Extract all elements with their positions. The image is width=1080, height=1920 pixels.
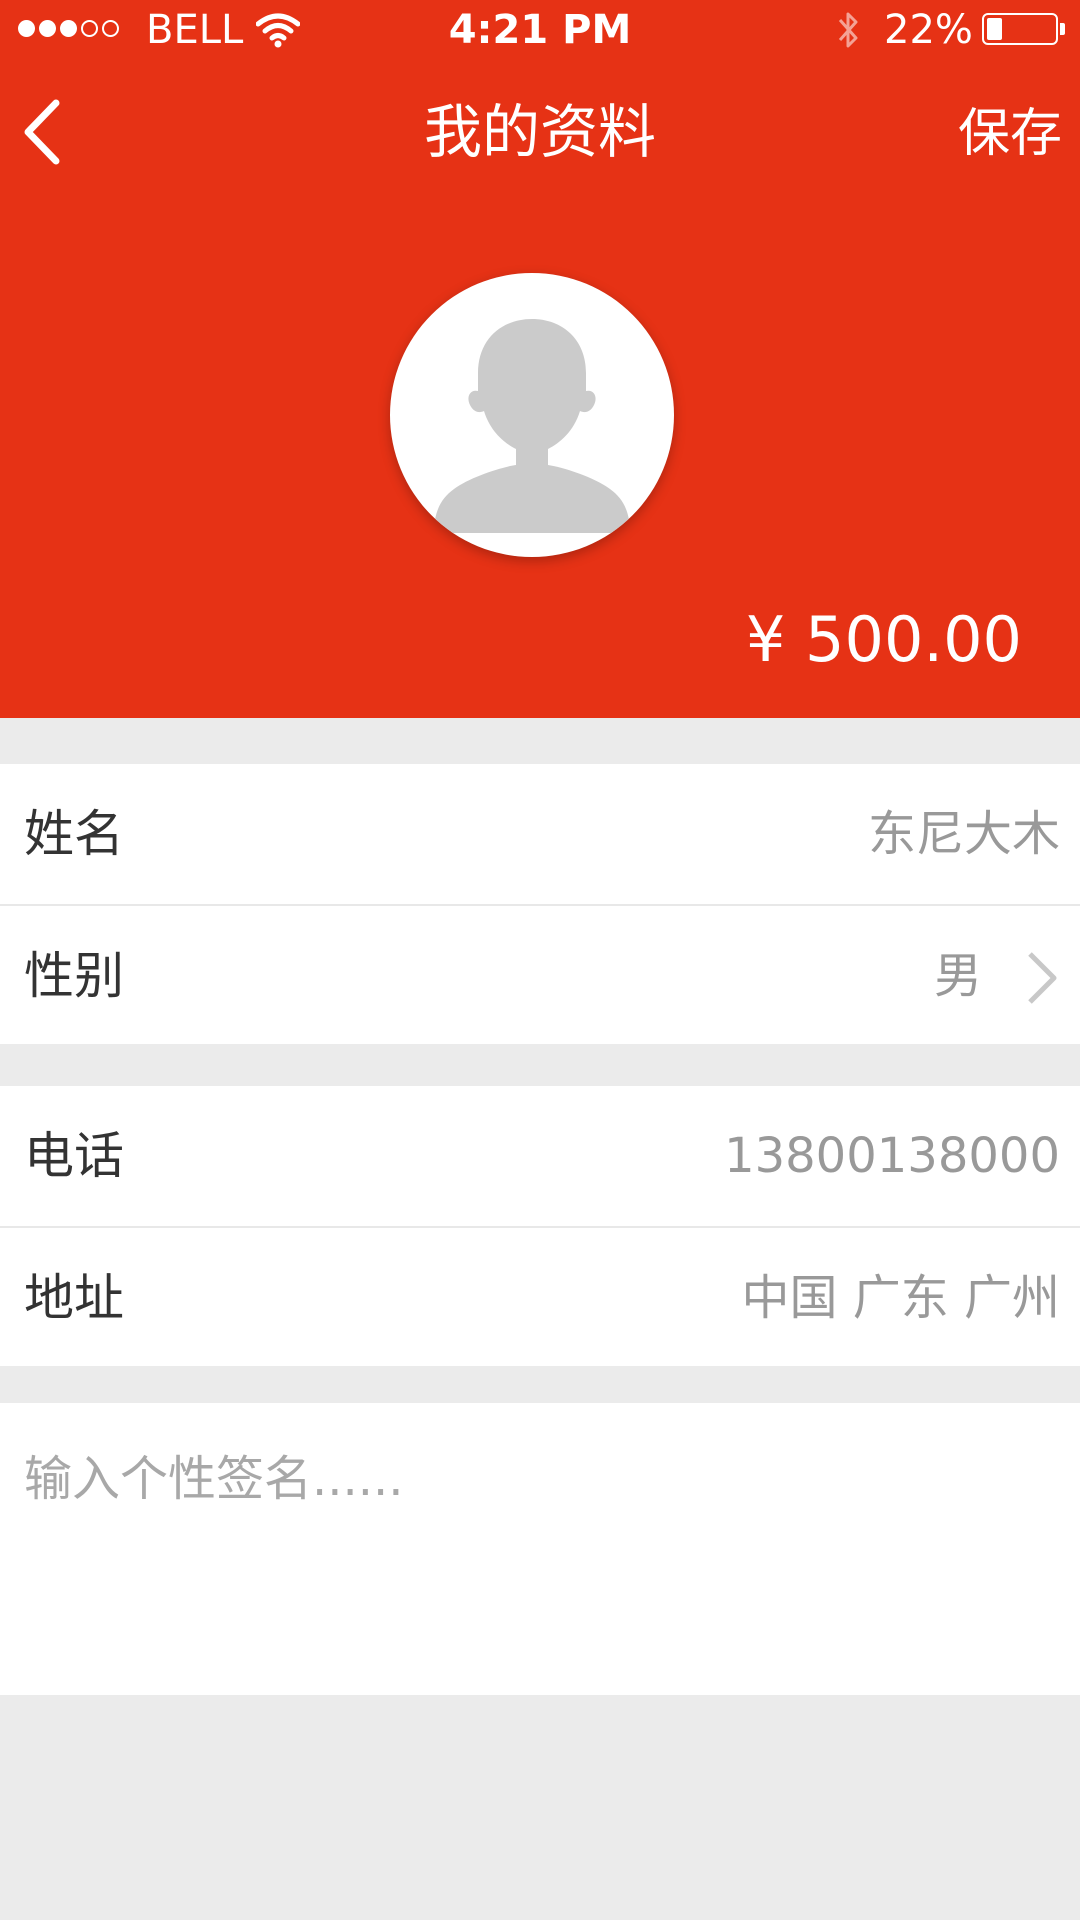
address-label: 地址 — [24, 1269, 124, 1327]
page-title: 我的资料 — [423, 98, 656, 166]
signature-input[interactable] — [22, 1437, 1056, 1671]
bluetooth-icon — [834, 8, 864, 56]
phone-value[interactable]: 13800138000 — [724, 1086, 1060, 1226]
battery-percentage: 22% — [884, 7, 973, 53]
profile-header: BELL 4:21 PM 22% 我的资料 保存 ¥ 500.00 — [0, 0, 1080, 718]
address-value[interactable]: 中国 广东 广州 — [741, 1228, 1060, 1368]
avatar[interactable] — [390, 273, 674, 557]
phone-label: 电话 — [24, 1127, 124, 1185]
account-balance: ¥ 500.00 — [745, 603, 1022, 676]
gender-value: 男 — [933, 948, 982, 1004]
name-value[interactable]: 东尼大木 — [868, 764, 1060, 904]
gender-label: 性别 — [24, 947, 124, 1005]
phone-row[interactable]: 电话 13800138000 — [0, 1086, 1080, 1226]
save-button[interactable]: 保存 — [958, 96, 1062, 172]
name-row[interactable]: 姓名 东尼大木 — [0, 764, 1080, 904]
default-user-icon — [434, 319, 630, 533]
address-row[interactable]: 地址 中国 广东 广州 — [0, 1226, 1080, 1366]
battery-icon — [982, 13, 1058, 45]
signature-section — [0, 1403, 1080, 1695]
chevron-right-icon — [1028, 952, 1057, 1004]
contact-info-group: 电话 13800138000 地址 中国 广东 广州 — [0, 1086, 1080, 1366]
basic-info-group: 姓名 东尼大木 性别 男 — [0, 764, 1080, 1044]
gender-row[interactable]: 性别 男 — [0, 904, 1080, 1044]
battery-tip — [1060, 23, 1065, 35]
name-label: 姓名 — [24, 805, 124, 863]
status-bar: BELL 4:21 PM 22% — [0, 0, 1080, 60]
